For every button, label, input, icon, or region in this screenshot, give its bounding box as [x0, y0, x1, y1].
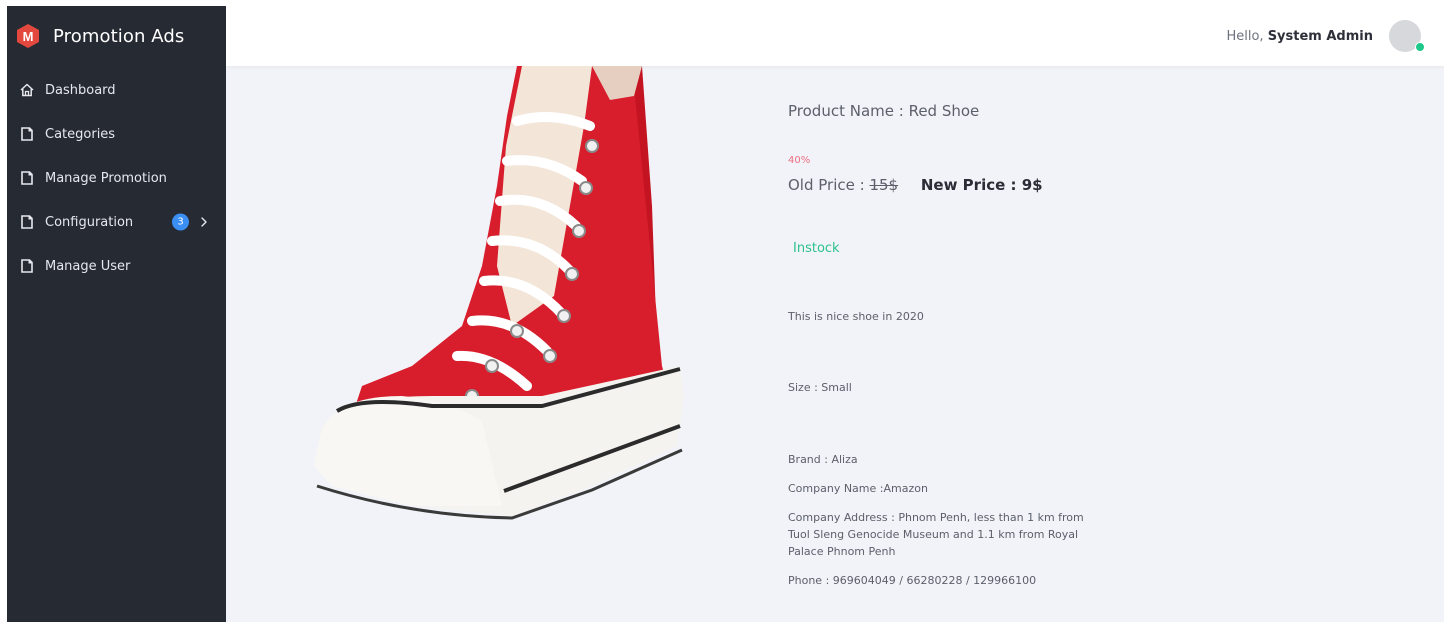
product-description: This is nice shoe in 2020	[788, 310, 924, 323]
discount-badge: 40%	[788, 155, 811, 166]
sidebar-item-label: Dashboard	[45, 82, 116, 98]
sidebar-nav: Dashboard Categories Manage Promotion Co…	[7, 68, 226, 288]
app-frame: M Promotion Ads Dashboard Categories Man…	[7, 6, 1444, 622]
document-icon	[19, 170, 35, 186]
logo-icon: M	[15, 23, 41, 49]
product-image	[314, 66, 684, 520]
old-price-value: 15$	[869, 176, 899, 194]
stock-status: Instock	[793, 241, 840, 256]
sidebar-item-manage-promotion[interactable]: Manage Promotion	[7, 156, 226, 200]
sidebar-item-configuration[interactable]: Configuration 3	[7, 200, 226, 244]
product-name: Product Name : Red Shoe	[788, 102, 980, 120]
sidebar-item-label: Manage Promotion	[45, 170, 167, 186]
price-row: Old Price : 15$ New Price : 9$	[788, 176, 1128, 194]
sidebar: M Promotion Ads Dashboard Categories Man…	[7, 6, 226, 622]
phone-number: Phone : 969604049 / 66280228 / 129966100	[788, 574, 1037, 587]
app-title: Promotion Ads	[53, 25, 185, 47]
brand[interactable]: M Promotion Ads	[7, 6, 226, 66]
old-price-label: Old Price :	[788, 176, 870, 194]
document-icon	[19, 258, 35, 274]
product-brand: Brand : Aliza	[788, 453, 858, 466]
sidebar-item-manage-user[interactable]: Manage User	[7, 244, 226, 288]
sidebar-item-label: Categories	[45, 126, 116, 142]
top-header: Hello, System Admin	[226, 6, 1444, 66]
sidebar-item-label: Manage User	[45, 258, 131, 274]
user-name[interactable]: System Admin	[1268, 29, 1373, 44]
online-status-indicator	[1415, 42, 1425, 52]
svg-text:M: M	[23, 29, 34, 44]
company-address: Company Address : Phnom Penh, less than …	[788, 511, 1084, 558]
sidebar-item-label: Configuration	[45, 214, 134, 230]
document-icon	[19, 214, 35, 230]
document-icon	[19, 126, 35, 142]
new-price: New Price : 9$	[920, 176, 1043, 194]
chevron-right-icon[interactable]	[199, 215, 209, 229]
home-icon	[19, 82, 35, 98]
sidebar-item-categories[interactable]: Categories	[7, 112, 226, 156]
sidebar-item-dashboard[interactable]: Dashboard	[7, 68, 226, 112]
user-greeting: Hello, System Admin	[1226, 29, 1373, 44]
greeting-text: Hello,	[1226, 29, 1264, 44]
company-name: Company Name :Amazon	[788, 482, 928, 495]
product-size: Size : Small	[788, 381, 852, 394]
notification-badge: 3	[172, 213, 189, 231]
